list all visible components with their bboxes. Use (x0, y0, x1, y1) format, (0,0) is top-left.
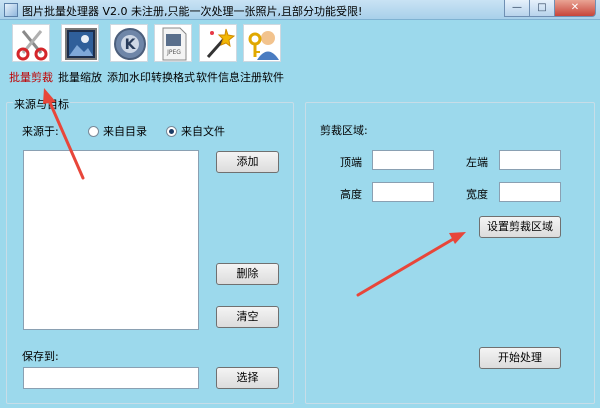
arrow-to-set-crop-area (356, 232, 466, 297)
annotation-arrows (43, 88, 466, 297)
arrow-to-batch-crop (43, 88, 85, 180)
